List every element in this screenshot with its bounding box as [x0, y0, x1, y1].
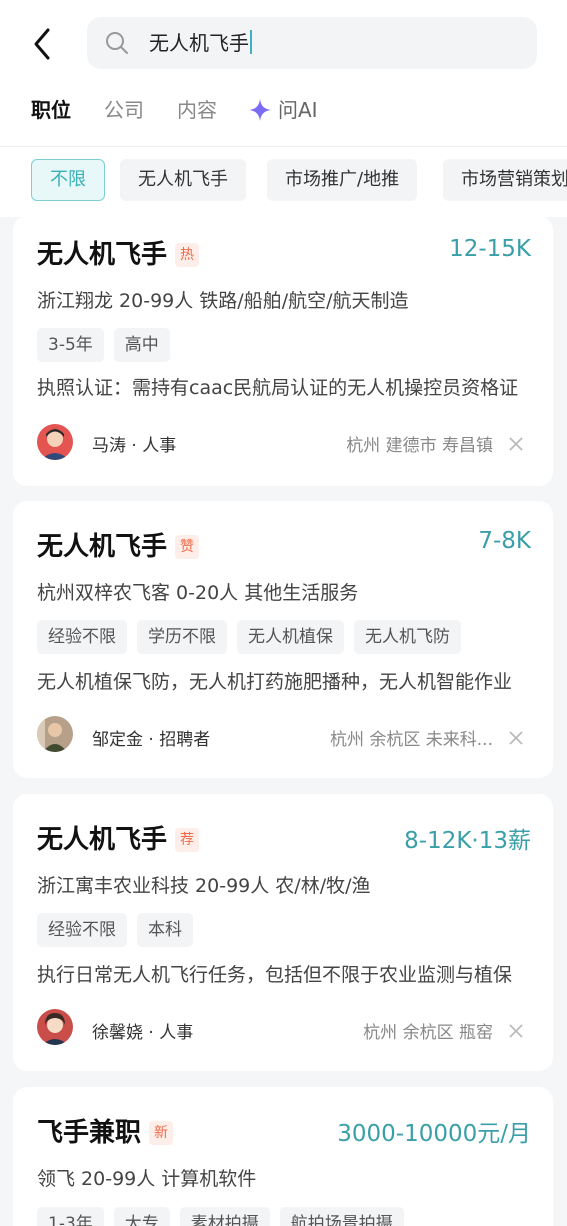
salary: 8-12K·13薪	[404, 828, 531, 854]
new-badge: 新	[149, 1121, 174, 1145]
back-arrow-icon[interactable]	[28, 24, 60, 64]
tag: 本科	[137, 913, 193, 947]
tag: 无人机植保	[237, 620, 344, 654]
job-description: 执照认证：需持有caac民航局认证的无人机操控员资格证	[37, 377, 519, 399]
filter-chip-unlimited[interactable]: 不限	[31, 159, 105, 201]
search-icon	[106, 32, 128, 54]
filter-chip-marketing-planning[interactable]: 市场营销策划	[443, 159, 567, 201]
job-tags: 经验不限 本科	[37, 913, 203, 947]
job-tags: 1-3年 大专 素材拍摄 航拍场景拍摄	[37, 1207, 414, 1226]
salary: 12-15K	[449, 236, 531, 262]
tag: 高中	[113, 328, 170, 362]
tab-ask-ai-label: 问AI	[278, 98, 318, 122]
search-input[interactable]: 无人机飞手	[149, 30, 252, 56]
job-description: 执行日常无人机飞行任务，包括但不限于农业监测与植保	[37, 964, 513, 986]
tab-jobs[interactable]: 职位	[31, 96, 71, 124]
filter-chip-marketing-promotion[interactable]: 市场推广/地推	[267, 159, 418, 201]
company-info: 浙江翔龙 20-99人 铁路/船舶/航空/航天制造	[37, 290, 409, 312]
hot-badge: 热	[175, 243, 200, 267]
text-cursor	[250, 30, 252, 54]
location: 杭州 余杭区 未来科...	[329, 730, 493, 750]
job-title: 无人机飞手热	[37, 234, 200, 271]
tag: 经验不限	[37, 620, 127, 654]
recommend-badge: 荐	[175, 828, 200, 852]
close-icon[interactable]	[507, 1022, 525, 1040]
recruiter: 邹定金 · 招聘者	[92, 730, 211, 750]
avatar	[37, 1009, 73, 1045]
recruiter: 马涛 · 人事	[92, 436, 177, 456]
search-bar[interactable]: 无人机飞手	[87, 17, 537, 69]
job-tags: 经验不限 学历不限 无人机植保 无人机飞防	[37, 620, 471, 654]
job-card[interactable]: 无人机飞手热 12-15K 浙江翔龙 20-99人 铁路/船舶/航空/航天制造 …	[13, 216, 553, 486]
job-title: 无人机飞手赞	[37, 526, 200, 563]
location: 杭州 余杭区 瓶窑	[363, 1023, 493, 1043]
job-title: 无人机飞手荐	[37, 819, 200, 856]
job-description: 无人机植保飞防，无人机打药施肥播种，无人机智能作业	[37, 671, 513, 693]
tab-content[interactable]: 内容	[177, 96, 217, 124]
job-card[interactable]: 飞手兼职新 3000-10000元/月 领飞 20-99人 计算机软件 1-3年…	[13, 1087, 553, 1226]
tag: 航拍场景拍摄	[279, 1207, 404, 1226]
category-tabs: 职位 公司 内容 问AI	[0, 90, 567, 130]
tag: 无人机飞防	[354, 620, 461, 654]
tag: 1-3年	[37, 1207, 104, 1226]
company-info: 杭州双梓农飞客 0-20人 其他生活服务	[37, 582, 359, 604]
tab-companies[interactable]: 公司	[104, 96, 144, 124]
praise-badge: 赞	[175, 535, 200, 559]
salary: 3000-10000元/月	[337, 1121, 531, 1147]
job-title: 飞手兼职新	[37, 1112, 174, 1149]
tag: 经验不限	[37, 913, 127, 947]
tag: 学历不限	[137, 620, 227, 654]
recruiter: 徐馨娆 · 人事	[92, 1023, 194, 1043]
job-card[interactable]: 无人机飞手赞 7-8K 杭州双梓农飞客 0-20人 其他生活服务 经验不限 学历不…	[13, 501, 553, 778]
sparkle-icon	[249, 99, 271, 121]
filter-bar: 不限 无人机飞手 市场推广/地推 市场营销策划	[0, 146, 567, 217]
tag: 3-5年	[37, 328, 104, 362]
top-bar: 无人机飞手 职位 公司 内容 问AI	[0, 0, 567, 146]
tag: 素材拍摄	[179, 1207, 270, 1226]
filter-chip-drone-pilot[interactable]: 无人机飞手	[120, 159, 246, 201]
avatar	[37, 716, 73, 752]
salary: 7-8K	[478, 528, 531, 554]
job-card[interactable]: 无人机飞手荐 8-12K·13薪 浙江寓丰农业科技 20-99人 农/林/牧/渔…	[13, 794, 553, 1071]
close-icon[interactable]	[507, 435, 525, 453]
company-info: 浙江寓丰农业科技 20-99人 农/林/牧/渔	[37, 875, 371, 897]
company-info: 领飞 20-99人 计算机软件	[37, 1168, 257, 1190]
avatar	[37, 424, 73, 460]
close-icon[interactable]	[507, 729, 525, 747]
tag: 大专	[113, 1207, 170, 1226]
location: 杭州 建德市 寿昌镇	[346, 436, 493, 456]
job-tags: 3-5年 高中	[37, 328, 180, 362]
